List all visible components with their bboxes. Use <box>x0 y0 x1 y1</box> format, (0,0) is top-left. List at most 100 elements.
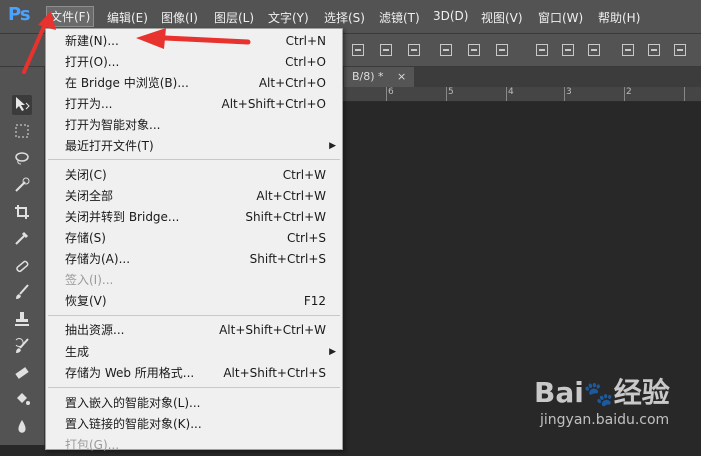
menu-window[interactable]: 窗口(W) <box>538 9 583 26</box>
menu-item-save-as[interactable]: 存储为(A)... Shift+Ctrl+S <box>46 249 342 270</box>
menu-item-label: 打开为... <box>65 97 113 111</box>
history-brush-tool-icon[interactable] <box>12 337 32 357</box>
distribute-top-icon[interactable] <box>536 44 548 56</box>
menu-filter[interactable]: 滤镜(T) <box>379 9 420 26</box>
menu-item-shortcut: Alt+Shift+Ctrl+W <box>219 323 326 337</box>
distribute-left-icon[interactable] <box>622 44 634 56</box>
menu-item-label: 关闭全部 <box>65 189 114 203</box>
photoshop-logo: Ps <box>8 4 31 25</box>
blur-tool-icon[interactable] <box>12 418 32 438</box>
paint-bucket-tool-icon[interactable] <box>12 390 32 410</box>
marquee-tool-icon[interactable] <box>12 122 32 142</box>
submenu-arrow-icon: ▶ <box>329 347 336 357</box>
distribute-vcenter-icon[interactable] <box>562 44 574 56</box>
quick-select-tool-icon[interactable] <box>12 176 32 196</box>
ruler-tick <box>386 87 387 101</box>
healing-brush-tool-icon[interactable] <box>12 257 32 277</box>
watermark-brand-text: Bai <box>534 376 584 409</box>
menu-item-shortcut: Ctrl+O <box>285 55 326 69</box>
menu-item-new[interactable]: 新建(N)... Ctrl+N <box>46 31 342 52</box>
menu-view[interactable]: 视图(V) <box>481 9 523 26</box>
menu-item-shortcut: Shift+Ctrl+S <box>249 252 326 266</box>
file-menu-dropdown: 新建(N)... Ctrl+N 打开(O)... Ctrl+O 在 Bridge… <box>45 28 343 452</box>
ruler-tick <box>446 87 447 101</box>
distribute-hcenter-icon[interactable] <box>648 44 660 56</box>
menu-item-save-for-web[interactable]: 存储为 Web 所用格式... Alt+Shift+Ctrl+S <box>46 363 342 384</box>
align-right-icon[interactable] <box>496 44 508 56</box>
menu-item-open-as-smart-object[interactable]: 打开为智能对象... <box>46 115 342 136</box>
close-icon[interactable]: × <box>397 70 406 83</box>
menu-item-label: 打开为智能对象... <box>65 118 161 132</box>
menu-item-label: 抽出资源... <box>65 323 125 337</box>
menu-item-open[interactable]: 打开(O)... Ctrl+O <box>46 52 342 73</box>
menu-item-close-all[interactable]: 关闭全部 Alt+Ctrl+W <box>46 186 342 207</box>
menu-item-place-linked[interactable]: 置入链接的智能对象(K)... <box>46 414 342 435</box>
align-hcenter-icon[interactable] <box>468 44 480 56</box>
menu-select[interactable]: 选择(S) <box>324 9 365 26</box>
menu-3d[interactable]: 3D(D) <box>433 9 468 23</box>
menu-item-label: 关闭(C) <box>65 168 107 182</box>
ruler-tick-label: 3 <box>566 87 572 97</box>
menu-edit[interactable]: 编辑(E) <box>107 9 148 26</box>
menu-item-save[interactable]: 存储(S) Ctrl+S <box>46 228 342 249</box>
submenu-arrow-icon: ▶ <box>329 141 336 151</box>
menu-item-revert[interactable]: 恢复(V) F12 <box>46 291 342 312</box>
eyedropper-tool-icon[interactable] <box>12 229 32 249</box>
menu-item-label: 关闭并转到 Bridge... <box>65 210 180 224</box>
ruler-tick <box>684 87 685 101</box>
watermark-brand: Bai🐾经验 <box>534 371 670 411</box>
menu-item-shortcut: Shift+Ctrl+W <box>245 210 326 224</box>
menu-item-shortcut: Ctrl+W <box>282 168 326 182</box>
ruler-tick-label: 4 <box>508 87 514 97</box>
menu-type[interactable]: 文字(Y) <box>268 9 309 26</box>
menu-item-shortcut: F12 <box>303 294 326 308</box>
clone-stamp-tool-icon[interactable] <box>12 310 32 330</box>
menu-item-label: 最近打开文件(T) <box>65 139 154 153</box>
ruler-tick-label: 5 <box>448 87 454 97</box>
lasso-tool-icon[interactable] <box>12 149 32 169</box>
tools-panel <box>0 67 45 445</box>
menu-item-shortcut: Ctrl+S <box>286 231 326 245</box>
menu-item-close-and-go-to-bridge[interactable]: 关闭并转到 Bridge... Shift+Ctrl+W <box>46 207 342 228</box>
menu-separator <box>48 159 340 160</box>
menu-item-open-recent[interactable]: 最近打开文件(T) ▶ <box>46 136 342 157</box>
ruler-tick <box>506 87 507 101</box>
distribute-bottom-icon[interactable] <box>588 44 600 56</box>
document-tab[interactable]: B/8) * × <box>344 67 415 87</box>
menu-item-open-as[interactable]: 打开为... Alt+Shift+Ctrl+O <box>46 94 342 115</box>
menu-layer[interactable]: 图层(L) <box>214 9 254 26</box>
move-tool-icon[interactable] <box>12 95 32 115</box>
menu-item-label: 新建(N)... <box>65 34 119 48</box>
menu-image[interactable]: 图像(I) <box>161 9 198 26</box>
menu-item-label: 存储(S) <box>65 231 106 245</box>
menu-item-label: 置入嵌入的智能对象(L)... <box>65 396 201 410</box>
align-bottom-icon[interactable] <box>408 44 420 56</box>
menu-item-package: 打包(G)... <box>46 435 342 456</box>
menu-item-close[interactable]: 关闭(C) Ctrl+W <box>46 165 342 186</box>
menu-item-label: 恢复(V) <box>65 294 107 308</box>
menu-item-shortcut: Alt+Shift+Ctrl+O <box>221 97 326 111</box>
menu-separator <box>48 315 340 316</box>
watermark-brand-cn: 经验 <box>613 376 670 409</box>
document-tab-label: B/8) * <box>352 70 384 83</box>
menu-file[interactable]: 文件(F) <box>46 6 95 27</box>
menu-item-generate[interactable]: 生成 ▶ <box>46 342 342 363</box>
crop-tool-icon[interactable] <box>12 203 32 223</box>
menu-item-label: 存储为(A)... <box>65 252 131 266</box>
menu-item-shortcut: Alt+Ctrl+O <box>258 76 326 90</box>
align-top-icon[interactable] <box>352 44 364 56</box>
menu-item-place-embedded[interactable]: 置入嵌入的智能对象(L)... <box>46 393 342 414</box>
menu-item-browse-in-bridge[interactable]: 在 Bridge 中浏览(B)... Alt+Ctrl+O <box>46 73 342 94</box>
ruler-tick-label: 2 <box>626 87 632 97</box>
distribute-right-icon[interactable] <box>674 44 686 56</box>
menu-item-shortcut: Alt+Shift+Ctrl+S <box>223 366 326 380</box>
menu-help[interactable]: 帮助(H) <box>598 9 640 26</box>
menu-item-shortcut: Ctrl+N <box>285 34 326 48</box>
menu-item-label: 打包(G)... <box>65 438 120 452</box>
menu-item-shortcut: Alt+Ctrl+W <box>256 189 326 203</box>
align-left-icon[interactable] <box>440 44 452 56</box>
brush-tool-icon[interactable] <box>12 283 32 303</box>
menu-item-export-assets[interactable]: 抽出资源... Alt+Shift+Ctrl+W <box>46 320 342 341</box>
align-vcenter-icon[interactable] <box>380 44 392 56</box>
eraser-tool-icon[interactable] <box>12 364 32 384</box>
